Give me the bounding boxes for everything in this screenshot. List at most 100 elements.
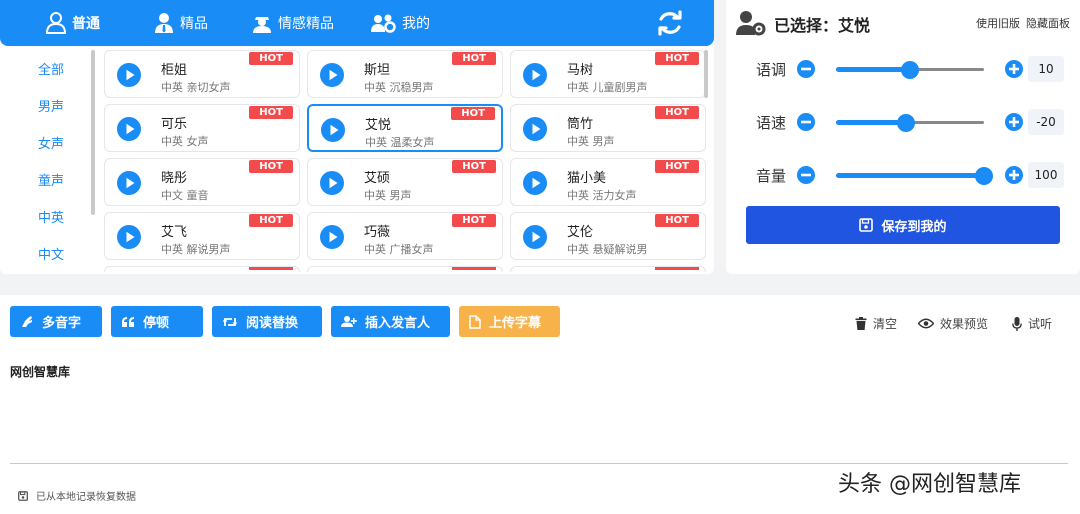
play-icon[interactable] <box>523 225 547 249</box>
tab-normal-label: 普通 <box>72 16 100 32</box>
voice-desc: 中英 亲切女声 <box>161 81 231 94</box>
voice-name: 晓彤 <box>161 171 188 186</box>
volume-value[interactable]: 100 <box>1028 162 1064 188</box>
category-child[interactable]: 童声 <box>10 161 92 198</box>
voice-grid-scrollbar[interactable] <box>704 50 708 98</box>
voice-card-partial[interactable] <box>307 266 503 272</box>
upload-subtitle-button[interactable]: 上传字幕 <box>459 306 560 337</box>
play-icon[interactable] <box>321 118 345 142</box>
play-icon[interactable] <box>523 117 547 141</box>
tab-mine[interactable]: 我的 <box>370 0 430 46</box>
selected-voice-title: 已选择：艾悦 <box>774 16 871 35</box>
play-icon[interactable] <box>320 225 344 249</box>
save-to-mine-button[interactable]: 保存到我的 <box>746 206 1060 244</box>
category-female[interactable]: 女声 <box>10 124 92 161</box>
voice-card[interactable]: 斯坦 中英 沉稳男声 HOT <box>307 50 503 98</box>
volume-slider-thumb[interactable] <box>975 167 993 185</box>
pitch-plus-icon[interactable] <box>1004 59 1024 79</box>
volume-minus-icon[interactable] <box>796 165 816 185</box>
read-replace-button-label: 阅读替换 <box>246 316 299 331</box>
voice-desc: 中文 童音 <box>161 189 209 202</box>
voice-card[interactable]: 马树 中英 儿童剧男声 HOT <box>510 50 706 98</box>
play-icon[interactable] <box>117 171 141 195</box>
use-old-version-link[interactable]: 使用旧版 <box>976 15 1020 31</box>
text-editor-panel: 多音字 停顿 阅读替换 插入发言人 上传字幕 清空 效果预览 试听 网创智慧库 … <box>0 295 1080 514</box>
pitch-minus-icon[interactable] <box>796 59 816 79</box>
voice-card[interactable]: 可乐 中英 女声 HOT <box>104 104 300 152</box>
polyphone-button[interactable]: 多音字 <box>10 306 102 337</box>
hot-badge: HOT <box>249 106 293 119</box>
play-icon[interactable] <box>117 225 141 249</box>
read-replace-button[interactable]: 阅读替换 <box>212 306 322 337</box>
user-plus-icon <box>341 316 357 327</box>
category-all[interactable]: 全部 <box>10 50 92 87</box>
voice-card[interactable]: 猫小美中英 活力女声 HOT <box>510 158 706 206</box>
clear-button[interactable]: 清空 <box>855 315 897 332</box>
speed-value[interactable]: -20 <box>1028 109 1064 135</box>
play-icon[interactable] <box>117 63 141 87</box>
voice-card-partial[interactable] <box>510 266 706 272</box>
category-zh[interactable]: 中文 <box>10 235 92 272</box>
voice-card[interactable]: 巧薇 中英 广播女声 HOT <box>307 212 503 260</box>
speed-minus-icon[interactable] <box>796 112 816 132</box>
voice-desc: 中英 解说男声 <box>161 243 231 256</box>
pitch-label: 语调 <box>756 61 787 79</box>
play-icon[interactable] <box>320 63 344 87</box>
speed-slider-thumb[interactable] <box>896 114 915 132</box>
tab-normal[interactable]: 普通 <box>46 0 100 46</box>
insert-speaker-button[interactable]: 插入发言人 <box>331 306 450 337</box>
hot-badge: HOT <box>452 160 496 173</box>
effect-preview-button[interactable]: 效果预览 <box>918 315 988 332</box>
voice-card[interactable]: 艾飞 中英 解说男声 HOT <box>104 212 300 260</box>
volume-plus-icon[interactable] <box>1004 165 1024 185</box>
play-icon[interactable] <box>320 171 344 195</box>
voice-name: 艾硕 <box>364 171 391 186</box>
editor-textarea[interactable]: 网创智慧库 <box>10 363 70 380</box>
pitch-value[interactable]: 10 <box>1028 56 1064 82</box>
tab-premium-label: 精品 <box>180 16 208 32</box>
listen-button[interactable]: 试听 <box>1012 315 1052 332</box>
volume-slider[interactable] <box>836 167 993 185</box>
voice-name: 巧薇 <box>364 225 391 240</box>
voice-desc: 中英 温柔女声 <box>365 136 435 149</box>
speed-slider[interactable] <box>836 114 984 132</box>
pause-button[interactable]: 停顿 <box>111 306 203 337</box>
pitch-slider-row: 语调 10 <box>726 54 1080 84</box>
play-icon[interactable] <box>523 171 547 195</box>
voice-name: 猫小美 <box>567 171 607 186</box>
upload-subtitle-button-label: 上传字幕 <box>489 316 542 331</box>
tab-premium[interactable]: 精品 <box>154 0 208 46</box>
play-icon[interactable] <box>523 63 547 87</box>
hot-badge: HOT <box>655 106 699 119</box>
hot-badge: HOT <box>249 52 293 65</box>
hot-badge: HOT <box>655 52 699 65</box>
pitch-slider-thumb[interactable] <box>901 61 919 79</box>
user-cog-icon <box>736 11 766 36</box>
voice-card[interactable]: 艾硕 中英 男声 HOT <box>307 158 503 206</box>
tab-emotion-premium[interactable]: 情感精品 <box>252 0 334 46</box>
voice-desc: 中英 女声 <box>161 135 209 148</box>
play-icon[interactable] <box>117 117 141 141</box>
category-scrollbar[interactable] <box>91 50 95 215</box>
hot-badge: HOT <box>655 160 699 173</box>
voice-card[interactable]: 艾伦 中英 悬疑解说男 HOT <box>510 212 706 260</box>
hand-icon <box>22 315 32 327</box>
voice-card[interactable]: 晓彤 中文 童音 HOT <box>104 158 300 206</box>
refresh-icon[interactable] <box>656 9 684 37</box>
voice-card-partial[interactable] <box>104 266 300 272</box>
category-zh-en[interactable]: 中英 <box>10 198 92 235</box>
editor-divider <box>10 463 1068 464</box>
hide-panel-link[interactable]: 隐藏面板 <box>1026 15 1070 31</box>
user-secret-icon <box>253 17 271 33</box>
tab-mine-label: 我的 <box>402 16 430 32</box>
voice-card[interactable]: 筒竹 中英 男声 HOT <box>510 104 706 152</box>
watermark: 头条 @网创智慧库 <box>838 472 1021 497</box>
category-male[interactable]: 男声 <box>10 87 92 124</box>
voice-name: 柜姐 <box>161 63 188 78</box>
speed-plus-icon[interactable] <box>1004 112 1024 132</box>
restore-status-label: 已从本地记录恢复数据 <box>36 492 136 503</box>
voice-desc: 中英 活力女声 <box>567 189 637 202</box>
voice-card[interactable]: 艾悦 中英 温柔女声 HOT <box>307 104 503 152</box>
voice-card[interactable]: 柜姐中英 亲切女声 HOT <box>104 50 300 98</box>
pitch-slider[interactable] <box>836 61 984 79</box>
